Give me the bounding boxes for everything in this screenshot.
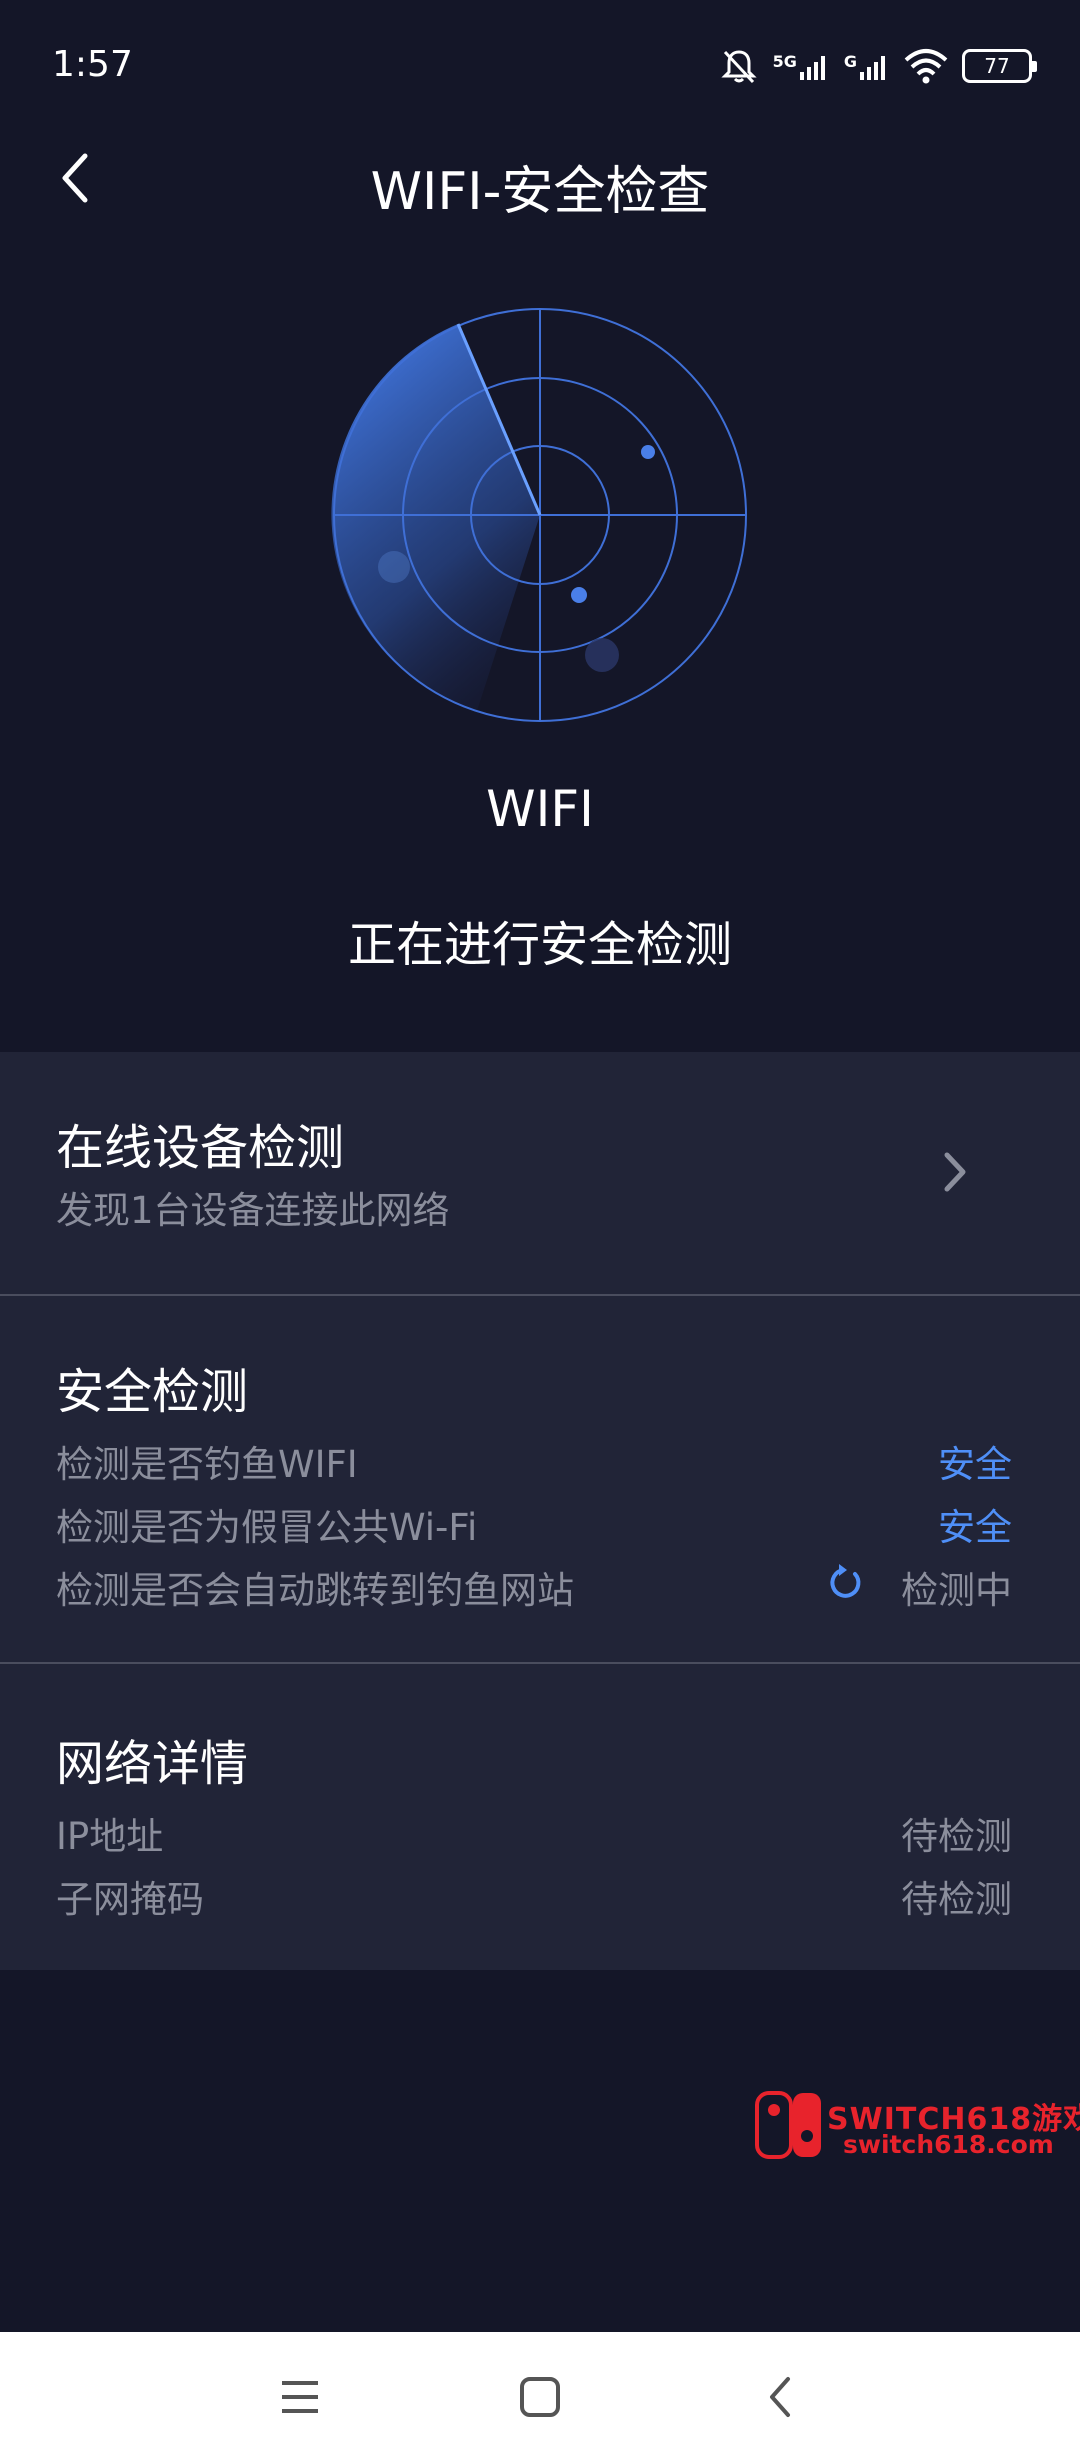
security-item-label: 检测是否钓鱼WIFI	[56, 1443, 358, 1486]
security-item-label: 检测是否为假冒公共Wi-Fi	[56, 1506, 478, 1549]
header: WIFI-安全检查	[0, 135, 1080, 225]
security-item-label: 检测是否会自动跳转到钓鱼网站	[56, 1569, 574, 1612]
nav-home-button[interactable]	[505, 2362, 575, 2432]
home-icon	[520, 2377, 560, 2417]
security-check-card: 安全检测 检测是否钓鱼WIFI 安全 检测是否为假冒公共Wi-Fi 安全 检测是…	[0, 1296, 1080, 1662]
online-devices-subtitle: 发现1台设备连接此网络	[56, 1189, 450, 1232]
watermark: SWITCH618游戏 switch618.com	[755, 2090, 1080, 2165]
network-item-label: IP地址	[56, 1815, 164, 1858]
network-item-value: 待检测	[901, 1815, 1012, 1858]
security-item-status: 安全	[938, 1443, 1012, 1486]
back-icon	[770, 2377, 790, 2417]
bell-muted-icon	[720, 50, 757, 84]
battery-icon: 77	[962, 49, 1037, 83]
wifi-icon	[904, 49, 948, 84]
status-time: 1:57	[52, 44, 133, 85]
signal-bars-icon-2	[860, 56, 885, 80]
signal-5g-icon: 5G	[773, 52, 830, 80]
status-icons: 5G G 77	[719, 40, 1037, 92]
security-item-status: 安全	[938, 1506, 1012, 1549]
watermark-url: switch618.com	[843, 2130, 1054, 2159]
network-item-value: 待检测	[901, 1878, 1012, 1921]
system-nav-bar	[0, 2332, 1080, 2460]
network-item-label: 子网掩码	[56, 1878, 204, 1921]
network-type-label: 5G	[772, 52, 797, 71]
battery-level: 77	[984, 54, 1010, 78]
menu-icon	[282, 2381, 318, 2413]
network-details-title: 网络详情	[56, 1736, 249, 1792]
wifi-name: WIFI	[486, 780, 594, 838]
online-devices-card[interactable]: 在线设备检测 发现1台设备连接此网络	[0, 1052, 1080, 1294]
chevron-right-icon	[944, 1152, 966, 1192]
refresh-icon	[830, 1564, 861, 1598]
switch-logo-icon	[755, 2091, 821, 2159]
nav-back-button[interactable]	[745, 2362, 815, 2432]
scan-status-text: 正在进行安全检测	[347, 917, 732, 973]
page-title: WIFI-安全检查	[370, 162, 710, 222]
security-item-status: 检测中	[901, 1569, 1012, 1612]
online-devices-title: 在线设备检测	[56, 1120, 345, 1176]
security-check-title: 安全检测	[56, 1364, 249, 1420]
status-bar: 1:57 5G G 77	[0, 0, 1080, 135]
signal-g-icon: G	[844, 52, 890, 80]
network-details-card: 网络详情 IP地址 待检测 子网掩码 待检测	[0, 1664, 1080, 1970]
signal-bars-icon	[799, 56, 825, 80]
nav-menu-button[interactable]	[265, 2362, 335, 2432]
network-type-label-2: G	[843, 52, 857, 71]
radar-scan-graphic	[331, 308, 747, 722]
